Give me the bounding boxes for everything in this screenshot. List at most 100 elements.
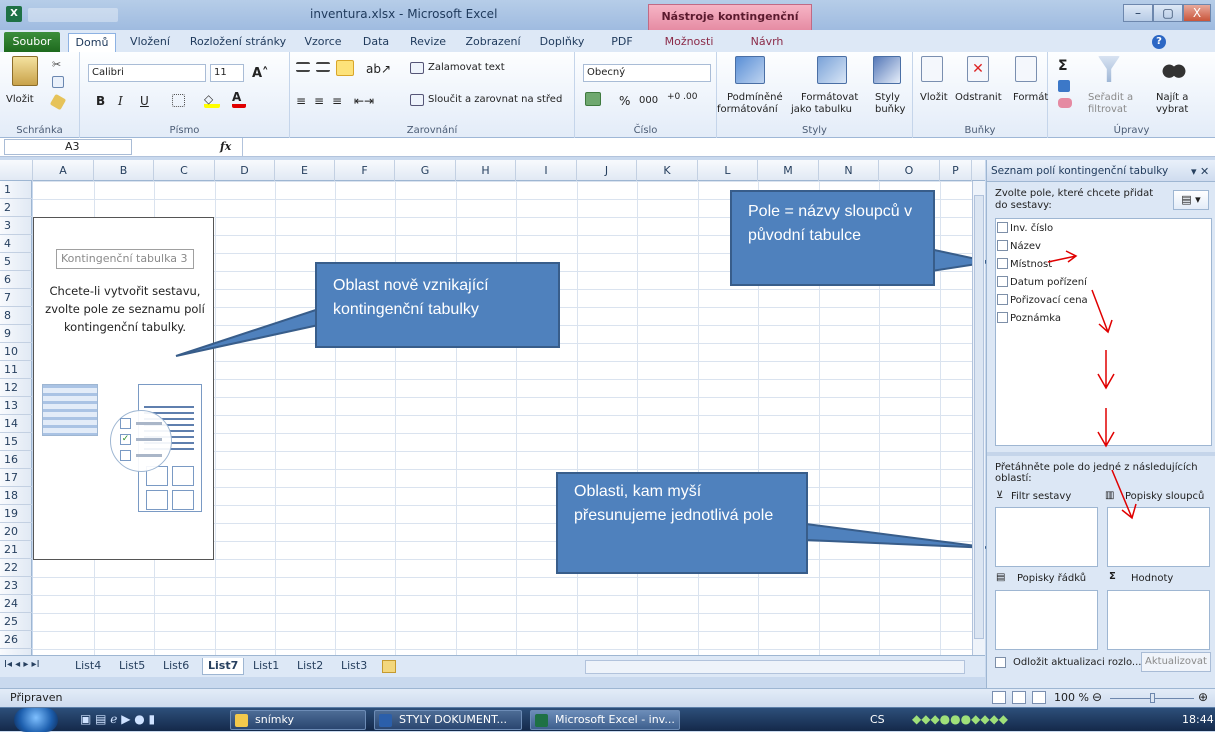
language-indicator[interactable]: CS [870, 713, 885, 726]
align-left-icon[interactable]: ≡ [296, 94, 306, 108]
field-item-poznamka[interactable]: Poznámka [997, 312, 1061, 328]
border-icon[interactable] [172, 94, 185, 107]
format-as-table-button[interactable]: Formátovat [801, 92, 858, 103]
row-header[interactable]: 2 [0, 199, 32, 217]
delete-cells-button[interactable]: Odstranit [955, 92, 1002, 103]
tab-design[interactable]: Návrh [740, 33, 794, 52]
row-header[interactable]: 26 [0, 631, 32, 649]
fill-icon[interactable] [1058, 80, 1070, 92]
sort-filter-icon[interactable] [1098, 56, 1120, 82]
conditional-format-icon[interactable] [735, 56, 765, 84]
row-header[interactable]: 18 [0, 487, 32, 505]
fx-icon[interactable]: fx [220, 140, 231, 153]
row-header[interactable]: 3 [0, 217, 32, 235]
conditional-format-button-2[interactable]: formátování [717, 104, 778, 115]
tab-pdf[interactable]: PDF [602, 33, 642, 52]
quicklaunch-icons[interactable]: ▣ ▤ ℯ ▶ ● ▮ [80, 712, 155, 726]
new-sheet-icon[interactable] [382, 660, 396, 673]
wrap-text-icon[interactable] [410, 62, 424, 74]
align-center-icon[interactable]: ≡ [314, 94, 324, 108]
tab-addins[interactable]: Doplňky [534, 33, 590, 52]
panel-splitter[interactable] [987, 452, 1215, 456]
copy-icon[interactable] [52, 76, 64, 88]
row-header[interactable]: 25 [0, 613, 32, 631]
column-header[interactable]: A [33, 160, 94, 181]
column-header[interactable]: C [154, 160, 215, 181]
select-all-corner[interactable] [0, 160, 33, 181]
view-pagebreak-icon[interactable] [1032, 691, 1046, 704]
view-layout-icon[interactable] [1012, 691, 1026, 704]
fill-color-icon[interactable]: ◇ [204, 92, 220, 108]
view-normal-icon[interactable] [992, 691, 1006, 704]
align-top-icon[interactable] [296, 62, 310, 72]
panel-close-icon[interactable]: ▾ ✕ [1191, 165, 1209, 178]
format-as-table-button-2[interactable]: jako tabulku [791, 104, 852, 115]
column-labels-area[interactable] [1107, 507, 1210, 567]
sheet-tab[interactable]: List6 [158, 658, 194, 675]
sheet-tab[interactable]: List4 [70, 658, 106, 675]
binoculars-icon[interactable] [1162, 58, 1186, 80]
sheet-tab[interactable]: List5 [114, 658, 150, 675]
cell-styles-icon[interactable] [873, 56, 901, 84]
minimize-button[interactable]: – [1123, 4, 1153, 22]
sheet-tab[interactable]: List2 [292, 658, 328, 675]
scroll-thumb[interactable] [974, 195, 984, 639]
row-header[interactable]: 9 [0, 325, 32, 343]
row-header[interactable]: 4 [0, 235, 32, 253]
field-checkbox[interactable] [997, 258, 1008, 269]
font-color-icon[interactable]: A [232, 90, 246, 108]
row-header[interactable]: 7 [0, 289, 32, 307]
row-header[interactable]: 11 [0, 361, 32, 379]
paste-button[interactable]: Vložit [6, 94, 34, 105]
format-as-table-icon[interactable] [817, 56, 847, 84]
zoom-in-icon[interactable]: ⊕ [1198, 690, 1208, 704]
format-painter-icon[interactable] [49, 93, 67, 111]
merge-center-button[interactable]: Sloučit a zarovnat na střed [428, 94, 562, 105]
horizontal-scrollbar[interactable] [585, 660, 965, 674]
row-header[interactable]: 12 [0, 379, 32, 397]
grow-font-icon[interactable]: A˄ [252, 66, 269, 81]
row-header[interactable]: 20 [0, 523, 32, 541]
start-button-icon[interactable] [14, 708, 58, 732]
column-header[interactable]: F [335, 160, 395, 181]
italic-button[interactable]: I [118, 94, 123, 108]
font-name-select[interactable]: Calibri [88, 64, 206, 82]
column-header[interactable]: N [819, 160, 879, 181]
tab-view[interactable]: Zobrazení [460, 33, 526, 52]
orientation-icon[interactable]: ab↗ [366, 62, 391, 76]
update-button[interactable]: Aktualizovat [1141, 652, 1211, 672]
field-item-cena[interactable]: Pořizovací cena [997, 294, 1088, 310]
merge-icon[interactable] [410, 94, 424, 106]
insert-cells-button[interactable]: Vložit [920, 92, 948, 103]
field-checkbox[interactable] [997, 222, 1008, 233]
font-size-select[interactable]: 11 [210, 64, 244, 82]
clock[interactable]: 18:44 [1182, 713, 1214, 726]
sheet-tab[interactable]: List3 [336, 658, 372, 675]
percent-button[interactable]: % [619, 94, 630, 108]
underline-button[interactable]: U [140, 94, 149, 108]
formula-input[interactable] [242, 138, 1207, 156]
cell-styles-button[interactable]: Styly [875, 92, 900, 103]
row-header[interactable]: 17 [0, 469, 32, 487]
row-header[interactable]: 16 [0, 451, 32, 469]
wrap-text-button[interactable]: Zalamovat text [428, 62, 505, 73]
tab-formulas[interactable]: Vzorce [298, 33, 348, 52]
column-header[interactable]: B [94, 160, 154, 181]
zoom-slider-thumb[interactable] [1150, 693, 1155, 703]
row-header[interactable]: 8 [0, 307, 32, 325]
paste-icon[interactable] [12, 56, 38, 86]
close-button[interactable]: X [1183, 4, 1211, 22]
row-header[interactable]: 13 [0, 397, 32, 415]
row-header[interactable]: 1 [0, 181, 32, 199]
column-header[interactable]: P [940, 160, 972, 181]
taskbar-item-excel[interactable]: Microsoft Excel - inv... [530, 710, 680, 730]
row-labels-area[interactable] [995, 590, 1098, 650]
report-filter-area[interactable] [995, 507, 1098, 567]
row-header[interactable]: 5 [0, 253, 32, 271]
zoom-level[interactable]: 100 % [1054, 691, 1089, 704]
quick-access-toolbar[interactable] [28, 8, 118, 22]
maximize-button[interactable]: ▢ [1153, 4, 1183, 22]
field-checkbox[interactable] [997, 312, 1008, 323]
autosum-button[interactable]: Σ [1058, 58, 1068, 74]
align-bottom-icon[interactable] [336, 60, 354, 76]
